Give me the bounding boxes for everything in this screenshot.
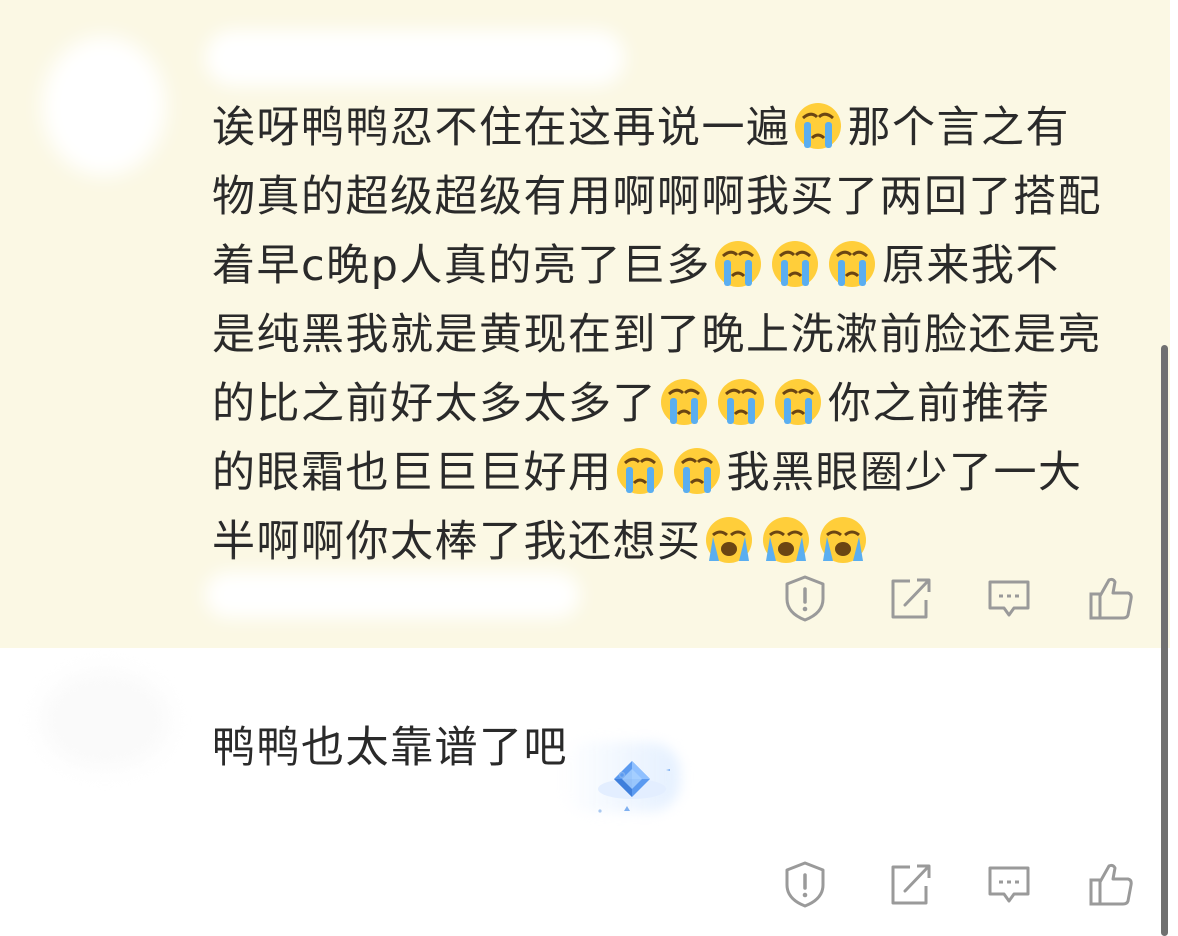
text-line: 的眼霜也巨巨巨好用: [212, 448, 613, 498]
text-line: 半啊啊你太棒了我还想买: [212, 517, 702, 567]
crying-face-icon: [773, 377, 823, 427]
loudly-crying-face-icon: [818, 515, 868, 565]
share-button[interactable]: [884, 572, 934, 624]
text-line: 着早c晚p人真的亮了巨多: [212, 241, 711, 291]
crying-face-icon: [713, 239, 763, 289]
text-line: 物真的超级超级有用啊啊啊我买了两回了搭配: [212, 172, 1102, 222]
crying-face-icon: [793, 101, 843, 151]
scrollbar[interactable]: [1161, 345, 1168, 936]
thumbs-up-icon: [1089, 577, 1133, 620]
report-button[interactable]: [780, 858, 830, 910]
share-button[interactable]: [884, 858, 934, 910]
text-line: 原来我不: [881, 241, 1060, 291]
like-button[interactable]: [1086, 572, 1136, 624]
crying-face-icon: [770, 239, 820, 289]
share-icon: [891, 864, 931, 905]
reply-button[interactable]: [984, 572, 1034, 624]
reply-button[interactable]: [984, 858, 1034, 910]
loudly-crying-face-icon: [761, 515, 811, 565]
comment-text: 诶呀鸭鸭忍不住在这再说一遍 那个言之有 物真的超级超级有用啊啊啊我买了两回了搭配 …: [212, 94, 1142, 577]
warning-shield-icon: [785, 861, 825, 908]
like-button[interactable]: [1086, 858, 1136, 910]
text-line: 诶呀鸭鸭忍不住在这再说一遍: [212, 103, 791, 153]
warning-shield-icon: [785, 575, 825, 622]
timestamp: [205, 572, 580, 618]
username[interactable]: [205, 30, 625, 86]
page-edge: [1170, 0, 1178, 936]
text-line: 是纯黑我就是黄现在到了晚上洗漱前脸还是亮: [212, 310, 1102, 360]
crying-face-icon: [615, 446, 665, 496]
action-bar: [760, 858, 1160, 910]
text-line: 的比之前好太多太多了: [212, 379, 657, 429]
comment-icon: [988, 580, 1030, 617]
action-bar: [760, 572, 1160, 624]
text-line: 我黑眼圈少了一大: [726, 448, 1083, 498]
crying-face-icon: [827, 239, 877, 289]
crying-face-icon: [716, 377, 766, 427]
report-button[interactable]: [780, 572, 830, 624]
share-icon: [891, 578, 931, 619]
comment-icon: [988, 866, 1030, 903]
avatar[interactable]: [42, 36, 166, 176]
crying-face-icon: [672, 446, 722, 496]
thumbs-up-icon: [1089, 863, 1133, 906]
crying-face-icon: [659, 377, 709, 427]
text-line: 那个言之有: [847, 103, 1070, 153]
loudly-crying-face-icon: [704, 515, 754, 565]
diamond-gem-icon: [570, 733, 678, 817]
comment-text: 鸭鸭也太靠谱了吧: [212, 723, 568, 773]
comment-highlighted: 诶呀鸭鸭忍不住在这再说一遍 那个言之有 物真的超级超级有用啊啊啊我买了两回了搭配 …: [0, 0, 1170, 648]
text-line: 你之前推荐: [828, 379, 1051, 429]
